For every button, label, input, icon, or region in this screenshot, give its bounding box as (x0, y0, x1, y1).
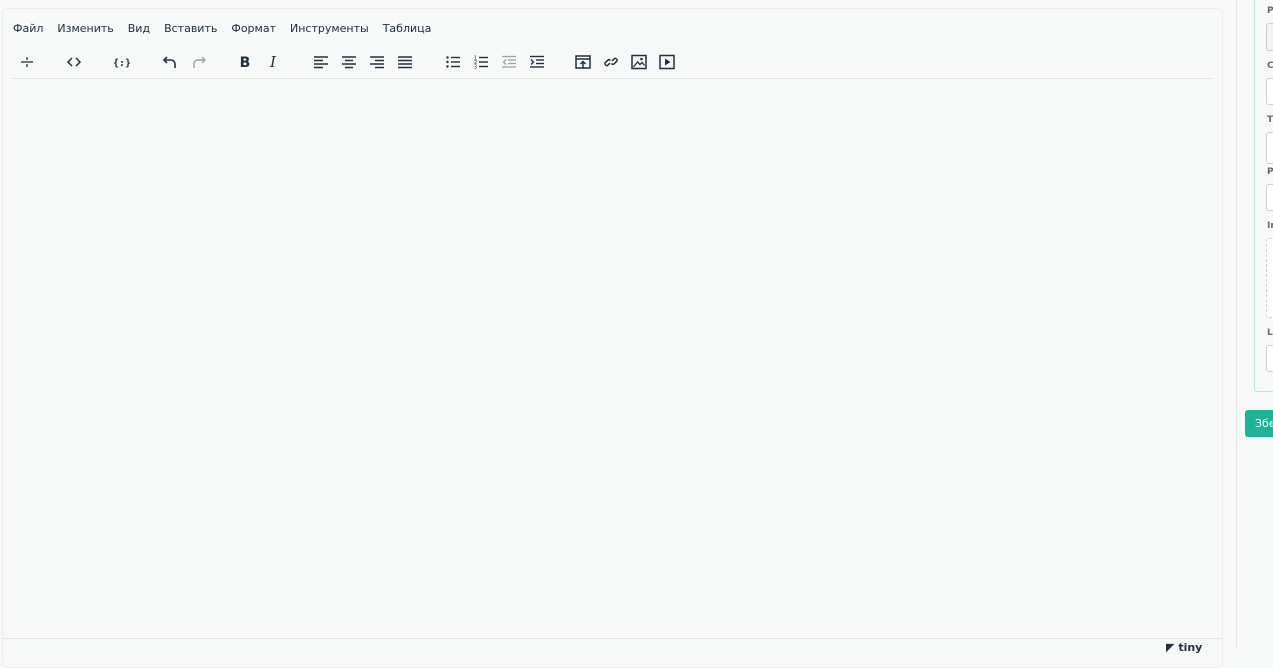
field-input-1[interactable] (1266, 23, 1273, 51)
numbered-list-button[interactable]: 123 (468, 49, 494, 75)
redo-button[interactable] (186, 49, 212, 75)
menu-insert[interactable]: Вставить (164, 21, 217, 39)
insert-media-button[interactable] (654, 49, 680, 75)
redo-icon (193, 56, 206, 68)
image-drop-zone[interactable] (1266, 238, 1273, 318)
align-justify-button[interactable] (392, 49, 418, 75)
hr-icon (21, 57, 33, 67)
outdent-button[interactable] (496, 49, 522, 75)
editor-statusbar-divider (3, 638, 1222, 639)
editor-menubar: Файл Изменить Вид Вставить Формат Инстру… (13, 21, 445, 39)
field-label-1: Р (1267, 6, 1273, 16)
menu-view[interactable]: Вид (128, 21, 150, 39)
field-input-2[interactable] (1266, 78, 1273, 105)
bold-icon: B (240, 55, 251, 71)
outdent-icon (502, 55, 516, 68)
editor-toolbar: {:} B I 1 2 3 (3, 49, 1218, 77)
italic-button[interactable]: I (260, 49, 286, 75)
svg-text:I: I (269, 53, 277, 71)
upload-button[interactable] (570, 49, 596, 75)
field-input-6[interactable] (1266, 345, 1273, 372)
numbered-list-icon: 123 (474, 56, 488, 71)
link-button[interactable] (598, 49, 624, 75)
link-icon (604, 57, 618, 67)
field-input-4[interactable] (1266, 184, 1273, 211)
italic-icon: I (269, 53, 277, 71)
align-justify-icon (398, 56, 412, 69)
template-icon: {:} (113, 58, 131, 69)
horizontal-line-button[interactable] (14, 49, 40, 75)
field-label-5: In (1267, 221, 1273, 231)
field-label-4: Р (1267, 167, 1273, 177)
tiny-branding[interactable]: ◤ tiny (1166, 641, 1202, 654)
align-right-button[interactable] (364, 49, 390, 75)
menu-table[interactable]: Таблица (383, 21, 432, 39)
image-icon (631, 54, 647, 70)
align-right-icon (370, 56, 384, 69)
field-label-6: L (1267, 328, 1273, 338)
toolbar-divider (11, 78, 1214, 79)
bullet-list-icon (446, 56, 460, 68)
undo-icon (162, 56, 176, 68)
code-icon (66, 57, 82, 67)
field-label-2: С (1267, 61, 1273, 71)
align-center-icon (342, 56, 356, 69)
bold-button[interactable]: B (232, 49, 258, 75)
tiny-brand-label: tiny (1178, 641, 1203, 654)
bullet-list-button[interactable] (440, 49, 466, 75)
indent-button[interactable] (524, 49, 550, 75)
template-button[interactable]: {:} (109, 49, 135, 75)
align-center-button[interactable] (336, 49, 362, 75)
tiny-logo-icon: ◤ (1166, 641, 1175, 654)
field-label-3: Т (1267, 115, 1273, 125)
align-left-icon (314, 56, 328, 69)
align-left-button[interactable] (308, 49, 334, 75)
svg-text:B: B (240, 55, 251, 71)
field-input-3[interactable] (1266, 132, 1273, 164)
menu-file[interactable]: Файл (13, 21, 43, 39)
menu-edit[interactable]: Изменить (57, 21, 113, 39)
source-code-button[interactable] (61, 49, 87, 75)
menu-format[interactable]: Формат (231, 21, 276, 39)
rich-text-editor: Файл Изменить Вид Вставить Формат Инстру… (2, 8, 1223, 668)
upload-icon (575, 55, 591, 69)
undo-button[interactable] (157, 49, 183, 75)
right-side-panel: Р С Т Р In L Збе (1236, 0, 1273, 647)
svg-text:3: 3 (474, 65, 477, 71)
editor-content-area[interactable] (4, 80, 1221, 637)
svg-text:{:}: {:} (113, 58, 131, 69)
indent-icon (530, 55, 544, 68)
media-icon (659, 54, 675, 70)
menu-tools[interactable]: Инструменты (290, 21, 369, 39)
insert-image-button[interactable] (626, 49, 652, 75)
save-button[interactable]: Збе (1245, 410, 1273, 437)
